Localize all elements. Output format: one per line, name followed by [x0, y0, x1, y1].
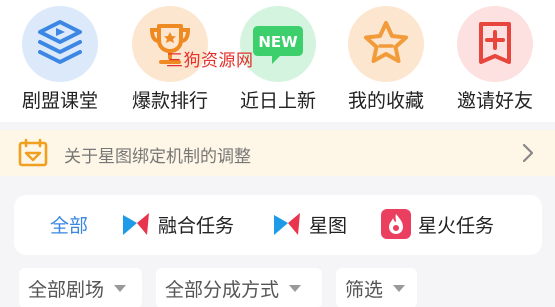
filter-label: 全部剧场 [28, 278, 105, 301]
invite-plus-icon [457, 6, 533, 82]
entry-invite-friends[interactable]: 邀请好友 [445, 6, 545, 118]
tab-fusion-task[interactable]: 融合任务 [120, 207, 234, 241]
entry-label: 剧盟课堂 [21, 90, 98, 112]
star-icon [348, 6, 424, 82]
caret-down-icon [289, 284, 302, 292]
entry-label: 我的收藏 [347, 90, 424, 112]
entry-label: 邀请好友 [456, 90, 533, 112]
tab-label: 星图 [309, 214, 348, 237]
quick-entry-row: 剧盟课堂 爆款排行 NEW 近日上新 我的收藏 邀请好友 三狗资源网 [0, 0, 555, 122]
filter-theater[interactable]: 全部剧场 [19, 268, 142, 307]
tab-xinghuo-task[interactable]: 星火任务 [380, 207, 494, 241]
chevron-right-icon [522, 143, 534, 163]
notice-bar[interactable]: 关于星图绑定机制的调整 [0, 130, 555, 176]
filter-label: 全部分成方式 [165, 278, 280, 301]
watermark-text: 三狗资源网 [166, 51, 254, 71]
filter-screen[interactable]: 筛选 [336, 268, 417, 307]
entry-my-favorites[interactable]: 我的收藏 [336, 6, 436, 118]
xingtu-logo-icon [120, 208, 152, 240]
entry-label: 近日上新 [239, 90, 316, 112]
xinghuo-logo-icon [380, 208, 412, 240]
notice-text: 关于星图绑定机制的调整 [64, 147, 251, 167]
category-tabs: 全部 融合任务 星图 星火任务 [14, 195, 542, 255]
calendar-icon [18, 138, 48, 167]
tab-label: 星火任务 [418, 214, 495, 237]
filter-share-method[interactable]: 全部分成方式 [156, 268, 322, 307]
app-page: 剧盟课堂 爆款排行 NEW 近日上新 我的收藏 邀请好友 三狗资源网 关于星图绑… [0, 0, 555, 307]
play-stack-icon [22, 6, 98, 82]
svg-text:NEW: NEW [258, 33, 298, 51]
tab-label: 融合任务 [158, 214, 235, 237]
caret-down-icon [114, 284, 127, 292]
xingtu-logo-icon [271, 208, 303, 240]
tab-all[interactable]: 全部 [50, 211, 88, 238]
caret-down-icon [393, 284, 406, 292]
entry-label: 爆款排行 [131, 90, 208, 112]
tab-xingtu[interactable]: 星图 [271, 207, 347, 241]
entry-drama-class[interactable]: 剧盟课堂 [10, 6, 110, 118]
filter-label: 筛选 [345, 278, 384, 301]
